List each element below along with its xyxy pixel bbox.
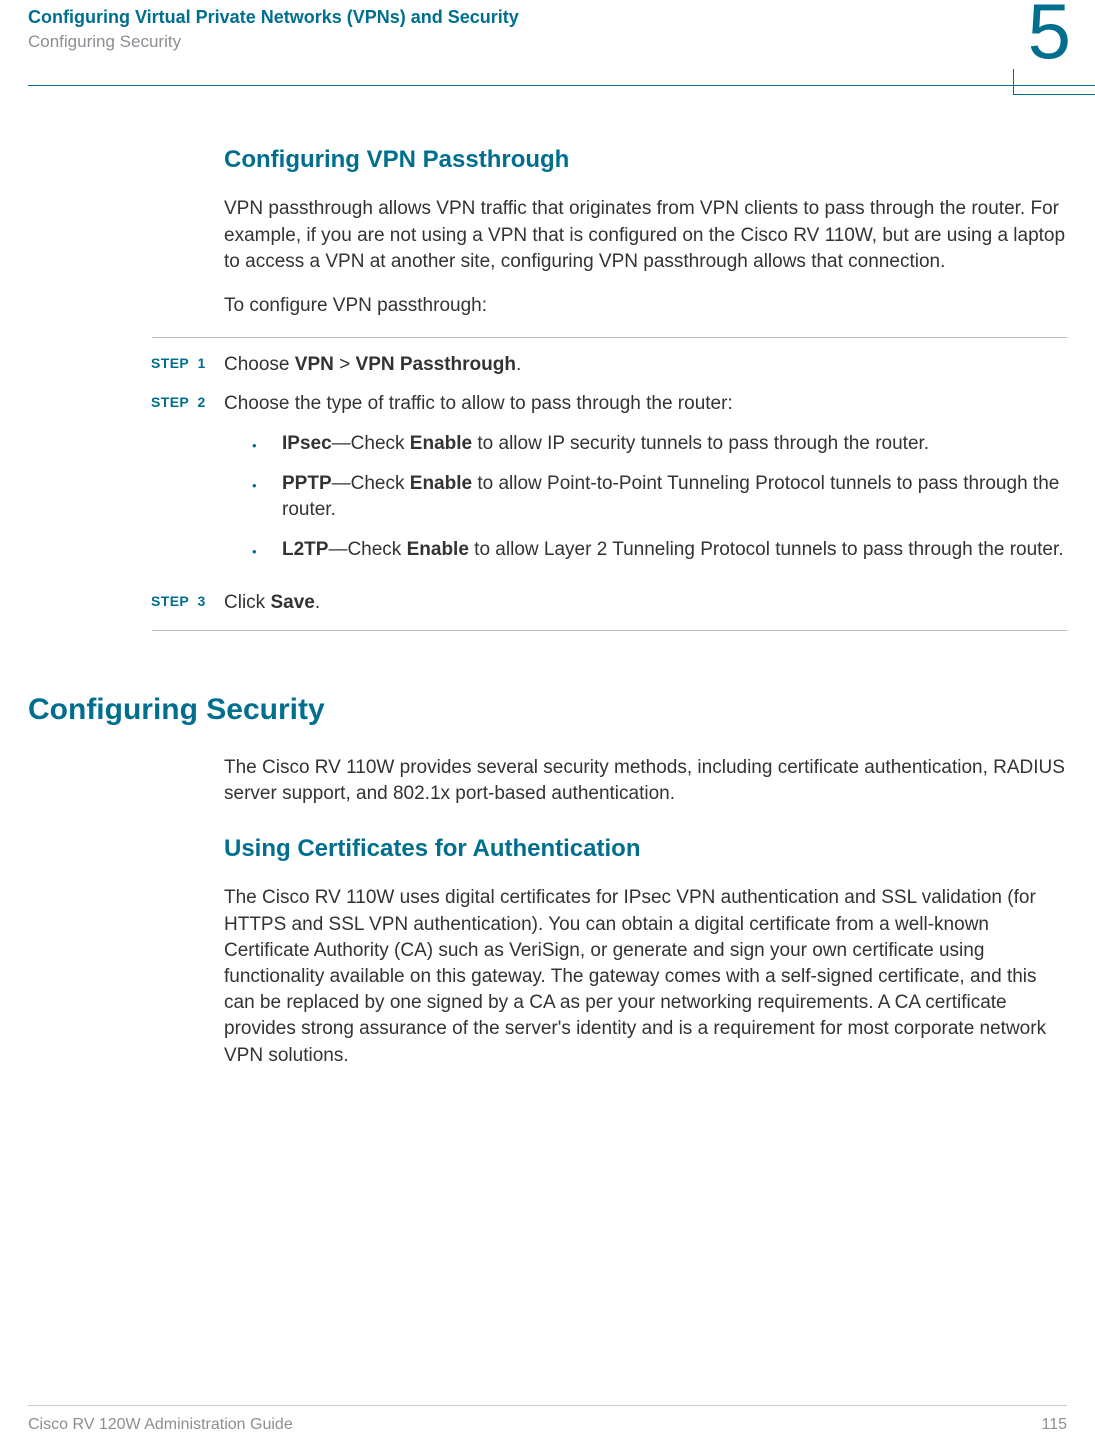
vpn-pass-para-2: To configure VPN passthrough: xyxy=(224,293,1067,319)
steps-rule-top xyxy=(152,337,1067,338)
bullet-pptp-bold2: Enable xyxy=(410,473,472,494)
step-2-bullets: • IPsec—Check Enable to allow IP securit… xyxy=(224,431,1067,564)
footer-page-number: 115 xyxy=(1041,1416,1067,1434)
step-3-prefix: Click xyxy=(224,592,270,613)
page-container: Configuring Virtual Private Networks (VP… xyxy=(0,0,1095,1452)
step-1-mid: > xyxy=(334,354,356,375)
bullet-l2tp-body: L2TP—Check Enable to allow Layer 2 Tunne… xyxy=(282,537,1067,563)
page-footer: Cisco RV 120W Administration Guide 115 xyxy=(28,1405,1067,1434)
steps-rule-bottom xyxy=(152,630,1067,631)
step-2-body: Choose the type of traffic to allow to p… xyxy=(224,391,1067,578)
step-2: STEP 2 Choose the type of traffic to all… xyxy=(151,391,1067,578)
bullet-ipsec-mid: —Check xyxy=(332,433,410,454)
step-1-bold2: VPN Passthrough xyxy=(356,354,516,375)
step-3-bold1: Save xyxy=(270,592,314,613)
page-header: Configuring Virtual Private Networks (VP… xyxy=(28,0,1067,106)
step-1-prefix: Choose xyxy=(224,354,295,375)
header-rule xyxy=(28,85,1095,86)
step-2-text: Choose the type of traffic to allow to p… xyxy=(224,391,1067,417)
heading-vpn-passthrough: Configuring VPN Passthrough xyxy=(224,146,1067,174)
body-content: Configuring VPN Passthrough VPN passthro… xyxy=(224,106,1067,1068)
bullet-l2tp-rest: to allow Layer 2 Tunneling Protocol tunn… xyxy=(469,539,1064,560)
bullet-l2tp-bold2: Enable xyxy=(407,539,469,560)
step-2-label: STEP 2 xyxy=(151,391,224,578)
bullet-pptp-bold1: PPTP xyxy=(282,473,332,494)
chapter-box-decor xyxy=(1013,69,1095,95)
bullet-ipsec-bold1: IPsec xyxy=(282,433,332,454)
bullet-ipsec-body: IPsec—Check Enable to allow IP security … xyxy=(282,431,1067,457)
bullet-ipsec-rest: to allow IP security tunnels to pass thr… xyxy=(472,433,929,454)
chapter-number: 5 xyxy=(1028,0,1071,70)
bullet-ipsec-bold2: Enable xyxy=(410,433,472,454)
step-1-label: STEP 1 xyxy=(151,352,224,378)
step-3-body: Click Save. xyxy=(224,590,1067,616)
bullet-l2tp-mid: —Check xyxy=(328,539,406,560)
bullet-ipsec: • IPsec—Check Enable to allow IP securit… xyxy=(252,431,1067,457)
step-1-body: Choose VPN > VPN Passthrough. xyxy=(224,352,1067,378)
step-3-label: STEP 3 xyxy=(151,590,224,616)
heading-certificates: Using Certificates for Authentication xyxy=(224,835,1067,863)
bullet-l2tp: • L2TP—Check Enable to allow Layer 2 Tun… xyxy=(252,537,1067,563)
step-3: STEP 3 Click Save. xyxy=(151,590,1067,616)
bullet-dot-icon: • xyxy=(252,431,282,457)
footer-guide-name: Cisco RV 120W Administration Guide xyxy=(28,1416,293,1434)
bullet-pptp-mid: —Check xyxy=(332,473,410,494)
bullet-dot-icon: • xyxy=(252,537,282,563)
bullet-dot-icon: • xyxy=(252,471,282,523)
step-1: STEP 1 Choose VPN > VPN Passthrough. xyxy=(151,352,1067,378)
certs-para-1: The Cisco RV 110W uses digital certifica… xyxy=(224,885,1067,1069)
step-1-bold1: VPN xyxy=(295,354,334,375)
security-para-1: The Cisco RV 110W provides several secur… xyxy=(224,755,1067,807)
bullet-pptp: • PPTP—Check Enable to allow Point-to-Po… xyxy=(252,471,1067,523)
header-subtitle: Configuring Security xyxy=(28,31,1067,53)
header-title: Configuring Virtual Private Networks (VP… xyxy=(28,6,1067,29)
bullet-l2tp-bold1: L2TP xyxy=(282,539,328,560)
step-1-suffix: . xyxy=(516,354,521,375)
step-3-suffix: . xyxy=(315,592,320,613)
heading-configuring-security: Configuring Security xyxy=(28,693,1067,727)
vpn-pass-para-1: VPN passthrough allows VPN traffic that … xyxy=(224,196,1067,275)
bullet-pptp-body: PPTP—Check Enable to allow Point-to-Poin… xyxy=(282,471,1067,523)
